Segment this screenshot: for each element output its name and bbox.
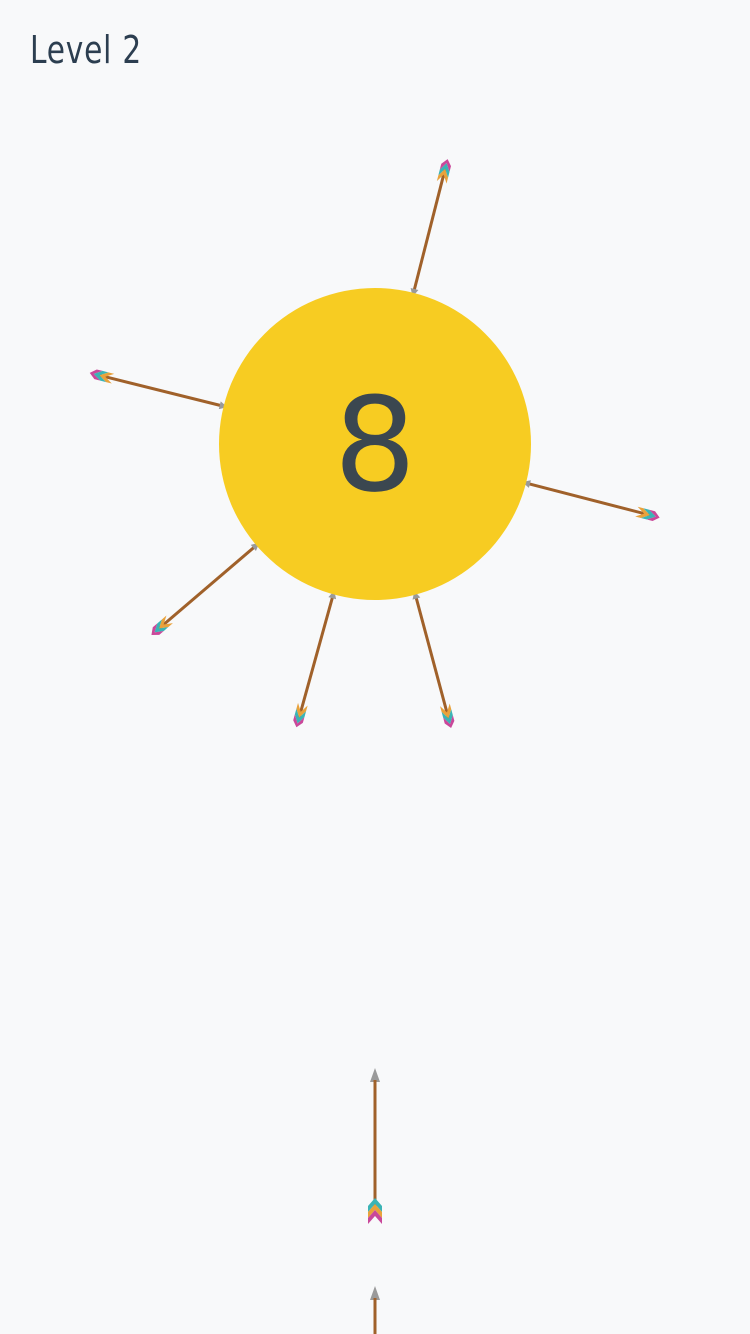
remaining-arrows-count: 8 bbox=[334, 369, 417, 521]
stuck-arrow bbox=[522, 480, 660, 521]
stuck-arrow bbox=[151, 542, 260, 635]
stuck-arrow bbox=[410, 159, 451, 297]
queued-arrow bbox=[370, 1286, 380, 1334]
stuck-arrow bbox=[89, 369, 228, 410]
stuck-arrow bbox=[293, 590, 337, 728]
ready-arrow[interactable] bbox=[368, 1068, 382, 1224]
stuck-arrow bbox=[412, 590, 455, 728]
game-board[interactable]: 8 bbox=[0, 0, 750, 1334]
